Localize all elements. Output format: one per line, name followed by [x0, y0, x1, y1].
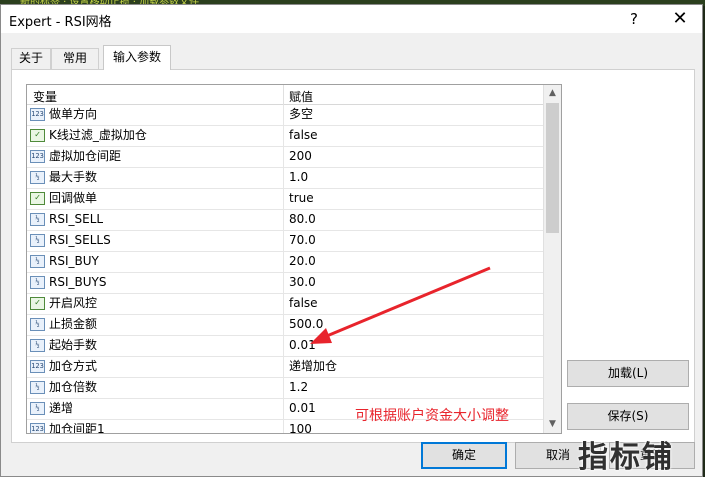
table-row[interactable]: ½ RSI_BUYS 30.0	[27, 273, 543, 294]
row-variable-cell[interactable]: ½ RSI_SELLS	[27, 231, 283, 251]
row-variable-cell[interactable]: 123 虚拟加仓间距	[27, 147, 283, 167]
header-separator[interactable]	[283, 85, 284, 105]
row-value-cell[interactable]: false	[283, 294, 543, 314]
row-value-cell[interactable]: 1.0	[283, 168, 543, 188]
table-row[interactable]: ½ RSI_BUY 20.0	[27, 252, 543, 273]
int-icon: 123	[30, 360, 45, 373]
row-variable-cell[interactable]: ✓ 回调做单	[27, 189, 283, 209]
row-variable-cell[interactable]: ✓ 开启风控	[27, 294, 283, 314]
row-value-cell[interactable]: 递增加仓	[283, 357, 543, 377]
row-label: 开启风控	[49, 296, 98, 310]
row-label: RSI_SELLS	[49, 233, 111, 247]
double-icon: ½	[30, 339, 45, 352]
row-variable-cell[interactable]: ½ RSI_BUY	[27, 252, 283, 272]
bool-icon: ✓	[30, 297, 45, 310]
table-row[interactable]: 123 加仓方式 递增加仓	[27, 357, 543, 378]
save-button[interactable]: 保存(S)	[567, 403, 689, 430]
double-icon: ½	[30, 402, 45, 415]
row-label: 递增	[49, 401, 74, 415]
table-row[interactable]: ½ 起始手数 0.01	[27, 336, 543, 357]
row-variable-cell[interactable]: ½ 起始手数	[27, 336, 283, 356]
expert-properties-dialog: Expert - RSI网格 ? ✕ 关于 常用 输入参数 变量 赋值 123 做…	[0, 4, 703, 477]
bool-icon: ✓	[30, 129, 45, 142]
row-variable-cell[interactable]: ½ 加仓倍数	[27, 378, 283, 398]
int-icon: 123	[30, 423, 45, 433]
row-value-cell[interactable]: 多空	[283, 105, 543, 125]
grid-rows: 123 做单方向 多空 ✓ K线过滤_虚拟加仓 false 123 虚拟加仓间距 200 ½ 最大手…	[27, 105, 543, 434]
row-label: K线过滤_虚拟加仓	[49, 128, 147, 142]
title-bar: Expert - RSI网格 ? ✕	[1, 5, 702, 33]
row-value-cell[interactable]: true	[283, 189, 543, 209]
scroll-up-icon[interactable]: ▲	[544, 85, 561, 102]
row-label: 加仓方式	[49, 359, 98, 373]
row-value-cell[interactable]: false	[283, 126, 543, 146]
row-variable-cell[interactable]: ½ 最大手数	[27, 168, 283, 188]
row-variable-cell[interactable]: ½ 止损金额	[27, 315, 283, 335]
table-row[interactable]: ✓ K线过滤_虚拟加仓 false	[27, 126, 543, 147]
row-label: 止损金额	[49, 317, 98, 331]
table-row[interactable]: ½ RSI_SELLS 70.0	[27, 231, 543, 252]
row-label: 加仓倍数	[49, 380, 98, 394]
table-row[interactable]: ½ 最大手数 1.0	[27, 168, 543, 189]
row-label: RSI_SELL	[49, 212, 104, 226]
annotation-text: 可根据账户资金大小调整	[355, 408, 509, 424]
load-button[interactable]: 加载(L)	[567, 360, 689, 387]
close-button[interactable]: ✕	[668, 8, 692, 30]
row-value-cell[interactable]: 80.0	[283, 210, 543, 230]
watermark-logo: 指标铺	[578, 440, 674, 475]
row-value-cell[interactable]: 0.01	[283, 336, 543, 356]
scroll-down-icon[interactable]: ▼	[544, 416, 561, 433]
row-value-cell[interactable]: 20.0	[283, 252, 543, 272]
table-row[interactable]: ✓ 回调做单 true	[27, 189, 543, 210]
tab-about[interactable]: 关于	[11, 48, 51, 69]
table-row[interactable]: ½ RSI_SELL 80.0	[27, 210, 543, 231]
row-value-cell[interactable]: 1.2	[283, 378, 543, 398]
double-icon: ½	[30, 276, 45, 289]
row-label: 做单方向	[49, 107, 98, 121]
bool-icon: ✓	[30, 192, 45, 205]
table-row[interactable]: 123 虚拟加仓间距 200	[27, 147, 543, 168]
row-label: 虚拟加仓间距	[49, 149, 122, 163]
double-icon: ½	[30, 234, 45, 247]
row-value-cell[interactable]: 200	[283, 147, 543, 167]
window-title: Expert - RSI网格	[9, 15, 112, 30]
row-variable-cell[interactable]: ½ RSI_SELL	[27, 210, 283, 230]
grid-header: 变量 赋值	[27, 85, 543, 105]
row-label: RSI_BUY	[49, 254, 99, 268]
double-icon: ½	[30, 171, 45, 184]
vertical-scrollbar[interactable]: ▲ ▼	[543, 85, 561, 433]
row-variable-cell[interactable]: 123 加仓方式	[27, 357, 283, 377]
row-label: 最大手数	[49, 170, 98, 184]
int-icon: 123	[30, 108, 45, 121]
row-label: 起始手数	[49, 338, 98, 352]
row-variable-cell[interactable]: 123 加仓间距1	[27, 420, 283, 434]
row-label: RSI_BUYS	[49, 275, 107, 289]
row-label: 回调做单	[49, 191, 98, 205]
double-icon: ½	[30, 381, 45, 394]
table-row[interactable]: ½ 止损金额 500.0	[27, 315, 543, 336]
table-row[interactable]: ½ 加仓倍数 1.2	[27, 378, 543, 399]
row-value-cell[interactable]: 70.0	[283, 231, 543, 251]
table-row[interactable]: 123 做单方向 多空	[27, 105, 543, 126]
int-icon: 123	[30, 150, 45, 163]
row-variable-cell[interactable]: ✓ K线过滤_虚拟加仓	[27, 126, 283, 146]
row-variable-cell[interactable]: 123 做单方向	[27, 105, 283, 125]
header-value[interactable]: 赋值	[289, 88, 313, 105]
row-variable-cell[interactable]: ½ RSI_BUYS	[27, 273, 283, 293]
row-value-cell[interactable]: 500.0	[283, 315, 543, 335]
parameters-grid: 变量 赋值 123 做单方向 多空 ✓ K线过滤_虚拟加仓 false 123 虚拟加仓间距 2…	[26, 84, 562, 434]
row-label: 加仓间距1	[49, 422, 105, 434]
tab-inputs[interactable]: 输入参数	[103, 45, 171, 70]
row-value-cell[interactable]: 30.0	[283, 273, 543, 293]
table-row[interactable]: ✓ 开启风控 false	[27, 294, 543, 315]
ok-button[interactable]: 确定	[421, 442, 507, 469]
scroll-thumb[interactable]	[546, 103, 559, 233]
row-variable-cell[interactable]: ½ 递增	[27, 399, 283, 419]
tab-common[interactable]: 常用	[51, 48, 99, 69]
double-icon: ½	[30, 318, 45, 331]
double-icon: ½	[30, 213, 45, 226]
header-variable[interactable]: 变量	[33, 88, 57, 105]
help-button[interactable]: ?	[623, 8, 645, 30]
double-icon: ½	[30, 255, 45, 268]
